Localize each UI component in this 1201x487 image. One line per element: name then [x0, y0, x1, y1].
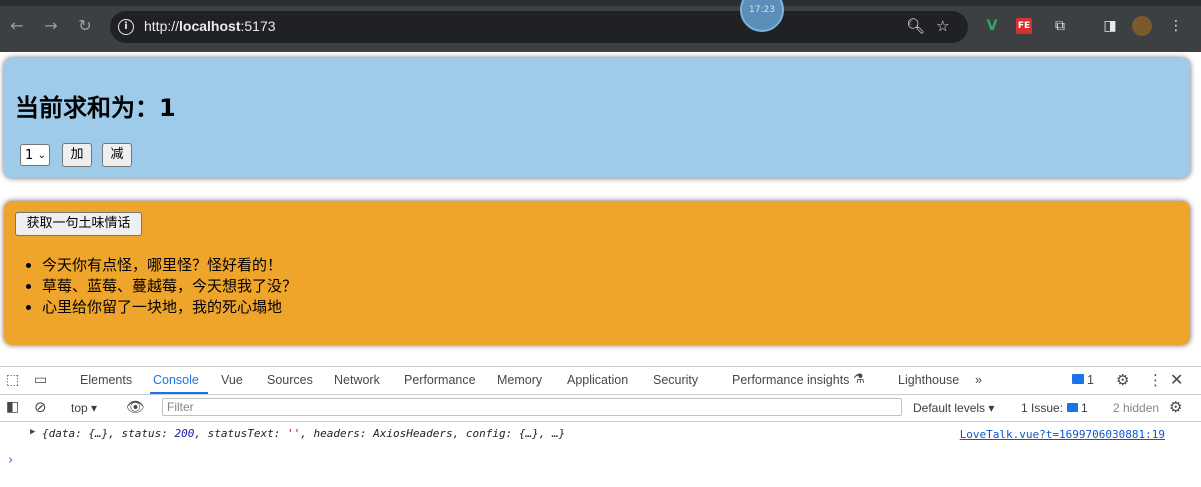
site-info-icon[interactable]: i: [118, 19, 134, 35]
tab-performance-insights[interactable]: Performance insights: [732, 373, 849, 387]
context-selector[interactable]: top ▾: [71, 401, 97, 415]
tab-security[interactable]: Security: [653, 373, 698, 387]
subtract-button[interactable]: 减: [102, 143, 132, 167]
zoom-icon[interactable]: 🔍︎: [906, 17, 925, 35]
tab-strip: [0, 0, 1201, 6]
tab-lighthouse[interactable]: Lighthouse: [898, 373, 959, 387]
side-panel-icon[interactable]: ◨: [1100, 16, 1120, 36]
tab-sources[interactable]: Sources: [267, 373, 313, 387]
step-select-value: 1: [25, 148, 34, 163]
tab-application[interactable]: Application: [567, 373, 628, 387]
issues-summary[interactable]: 1 Issue:: [1021, 401, 1063, 415]
forward-icon[interactable]: →: [40, 15, 62, 37]
inspect-element-icon[interactable]: ⬚: [6, 372, 19, 388]
love-talk-card: 获取一句土味情话 今天你有点怪，哪里怪？怪好看的！ 草莓、蓝莓、蔓越莓，今天想我…: [4, 201, 1190, 345]
vue-devtools-extension-icon[interactable]: V: [982, 16, 1002, 36]
hidden-count[interactable]: 2 hidden: [1113, 401, 1159, 415]
chevron-down-icon: ⌄: [37, 150, 46, 161]
flask-icon: ⚗: [853, 372, 865, 387]
tab-elements[interactable]: Elements: [80, 373, 132, 387]
expand-triangle-icon[interactable]: ▶: [30, 427, 35, 437]
list-item: 今天你有点怪，哪里怪？怪好看的！: [42, 255, 297, 276]
log-message: {data: {…}, status: 200, statusText: '',…: [42, 427, 566, 440]
issue-summary-count: 1: [1081, 401, 1088, 415]
bookmark-star-icon[interactable]: ☆: [936, 17, 949, 35]
clear-console-icon[interactable]: ⊘: [34, 398, 47, 416]
list-item: 心里给你留了一块地，我的死心塌地: [42, 297, 297, 318]
tab-vue[interactable]: Vue: [221, 373, 243, 387]
more-tabs-icon[interactable]: »: [975, 373, 982, 387]
more-options-icon[interactable]: ⋮: [1148, 371, 1163, 389]
list-item: 草莓、蓝莓、蔓越莓，今天想我了没？: [42, 276, 297, 297]
devtools-tab-bar: ⬚ ▭ Elements Console Vue Sources Network…: [0, 367, 1201, 395]
tab-network[interactable]: Network: [334, 373, 380, 387]
back-icon[interactable]: ←: [6, 15, 28, 37]
fe-extension-icon[interactable]: FE: [1016, 18, 1032, 34]
sum-card: 当前求和为：1 1 ⌄ 加 减: [4, 58, 1190, 178]
console-toolbar: ◧ ⊘ top ▾ 👁︎ Filter Default levels ▾ 1 I…: [0, 395, 1201, 422]
close-icon[interactable]: ✕: [1170, 370, 1183, 389]
console-log-entry[interactable]: ▶ {data: {…}, status: 200, statusText: '…: [0, 424, 1201, 444]
reload-icon[interactable]: ↻: [74, 15, 96, 37]
device-toolbar-icon[interactable]: ▭: [34, 372, 47, 388]
console-prompt[interactable]: ›: [8, 453, 13, 468]
eye-icon[interactable]: 👁︎: [126, 398, 145, 416]
browser-toolbar: ← → ↻ i http://localhost:5173 🔍︎ ☆ 17:23…: [0, 0, 1201, 52]
add-button[interactable]: 加: [62, 143, 92, 167]
menu-kebab-icon[interactable]: ⋮: [1166, 16, 1186, 36]
tab-console[interactable]: Console: [153, 373, 199, 387]
console-settings-icon[interactable]: ⚙: [1169, 398, 1182, 416]
issues-icon[interactable]: [1072, 374, 1084, 384]
log-levels-dropdown[interactable]: Default levels ▾: [913, 401, 994, 415]
sum-heading: 当前求和为：1: [15, 94, 176, 122]
console-filter-input[interactable]: Filter: [162, 398, 902, 416]
tab-memory[interactable]: Memory: [497, 373, 542, 387]
address-bar[interactable]: i http://localhost:5173 🔍︎ ☆: [110, 11, 968, 43]
tab-performance[interactable]: Performance: [404, 373, 476, 387]
sidebar-toggle-icon[interactable]: ◧: [6, 399, 19, 415]
get-love-talk-button[interactable]: 获取一句土味情话: [15, 212, 142, 236]
issue-badge-icon: [1067, 403, 1078, 412]
log-source-link[interactable]: LoveTalk.vue?t=1699706030881:19: [960, 428, 1165, 441]
step-select[interactable]: 1 ⌄: [20, 144, 50, 166]
issues-count[interactable]: 1: [1087, 373, 1094, 387]
active-tab-indicator: [150, 392, 208, 394]
url-text: http://localhost:5173: [144, 18, 276, 34]
love-talk-list: 今天你有点怪，哪里怪？怪好看的！ 草莓、蓝莓、蔓越莓，今天想我了没？ 心里给你留…: [22, 255, 297, 318]
devtools-panel: ⬚ ▭ Elements Console Vue Sources Network…: [0, 366, 1201, 487]
profile-avatar[interactable]: [1132, 16, 1152, 36]
settings-gear-icon[interactable]: ⚙: [1116, 371, 1129, 389]
extensions-puzzle-icon[interactable]: ⧉: [1050, 16, 1070, 36]
